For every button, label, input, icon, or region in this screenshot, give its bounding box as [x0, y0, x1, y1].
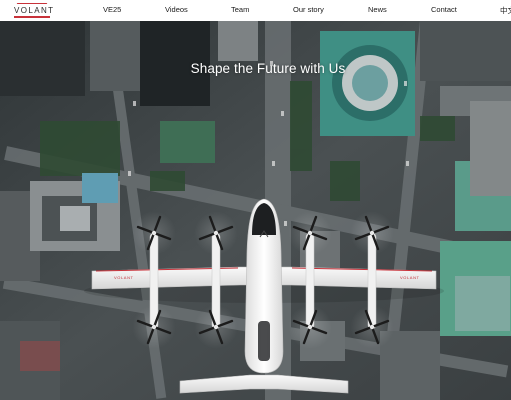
hero-section: VOLANT VOLANT Shape the Future with Us [0, 21, 511, 400]
wing-livery-right: VOLANT [400, 275, 420, 280]
nav-item-contact[interactable]: Contact [431, 5, 457, 14]
nav-item-language[interactable]: 中文 [500, 5, 511, 16]
top-navigation: VOLANT VE25 Videos Team Our story News C… [0, 0, 511, 21]
nav-item-videos[interactable]: Videos [165, 5, 188, 14]
hero-aerial-image: VOLANT VOLANT [0, 21, 511, 400]
hero-headline: Shape the Future with Us [190, 61, 346, 76]
logo-text: VOLANT [14, 6, 55, 15]
nav-item-our-story[interactable]: Our story [293, 5, 324, 14]
logo-wing-mark [16, 3, 48, 4]
wing-livery-left: VOLANT [114, 275, 134, 280]
volant-logo[interactable]: VOLANT [14, 2, 58, 19]
nav-item-ve25[interactable]: VE25 [103, 5, 121, 14]
nav-item-news[interactable]: News [368, 5, 387, 14]
nav-item-team[interactable]: Team [231, 5, 249, 14]
logo-underline [14, 16, 50, 18]
